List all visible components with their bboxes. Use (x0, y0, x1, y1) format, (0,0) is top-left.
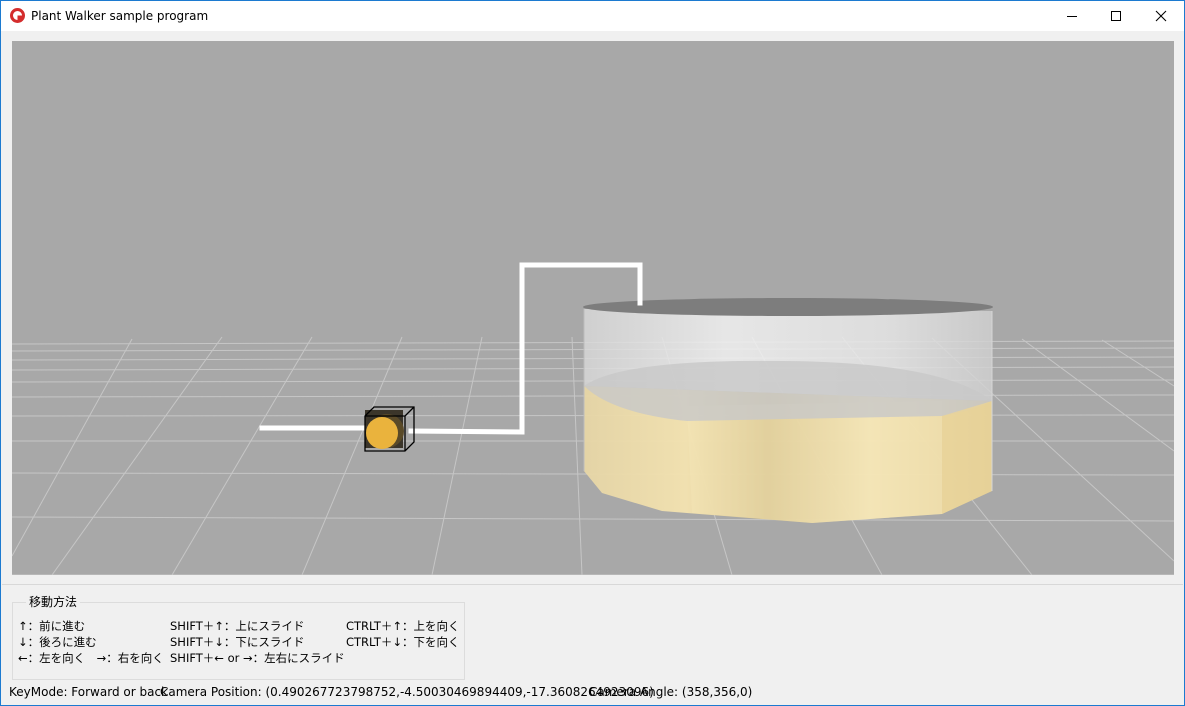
app-icon (10, 8, 25, 23)
pipe (259, 262, 643, 435)
keymode-status: KeyMode: Forward or back (9, 685, 168, 699)
maximize-icon (1111, 11, 1121, 21)
backward-instruction: ↓：後ろに進む (18, 635, 97, 649)
minimize-icon (1067, 16, 1077, 17)
movement-help-title: 移動方法 (26, 595, 81, 609)
look-down-instruction: CTRLT＋↓：下を向く (346, 635, 460, 649)
turn-instruction: ←：左を向く →：右を向く (18, 651, 164, 665)
close-button[interactable] (1138, 1, 1184, 31)
walker-avatar (364, 406, 415, 452)
minimize-button[interactable] (1049, 1, 1095, 31)
close-icon (1155, 10, 1167, 22)
app-window: Plant Walker sample program 移動方法 ↑：前に進む … (0, 0, 1185, 706)
3d-viewport[interactable] (12, 41, 1174, 575)
camera-position-status: Camera Position: (0.490267723798752,-4.5… (160, 685, 654, 699)
forward-instruction: ↑：前に進む (18, 619, 86, 633)
slide-side-instruction: SHIFT＋← or →：左右にスライド (170, 651, 345, 665)
window-title: Plant Walker sample program (31, 9, 209, 23)
plant-scene (12, 262, 1174, 575)
slide-down-instruction: SHIFT＋↓：下にスライド (170, 635, 305, 649)
look-up-instruction: CTRLT＋↑：上を向く (346, 619, 460, 633)
camera-angle-status: Camera Angle: (358,356,0) (589, 685, 753, 699)
storage-tank (583, 298, 993, 523)
status-bar: KeyMode: Forward or back Camera Position… (1, 681, 1184, 705)
slide-up-instruction: SHIFT＋↑：上にスライド (170, 619, 305, 633)
title-bar[interactable]: Plant Walker sample program (1, 1, 1184, 31)
maximize-button[interactable] (1093, 1, 1139, 31)
